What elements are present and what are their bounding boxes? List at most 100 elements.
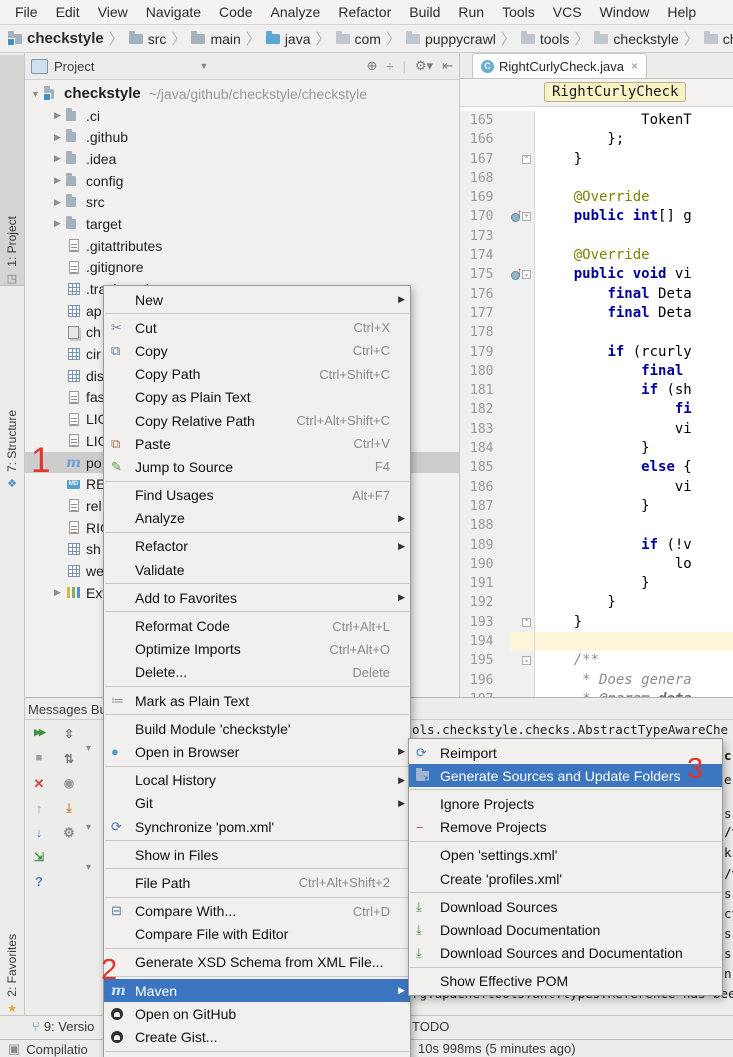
menu-item-validate[interactable]: Validate <box>104 558 410 581</box>
maven-item-remove-projects[interactable]: −Remove Projects <box>409 816 722 839</box>
override-marker-icon[interactable] <box>511 269 521 279</box>
breadcrumb-item-tools[interactable]: tools <box>521 31 570 47</box>
menu-item-copy[interactable]: ⧉CopyCtrl+C <box>104 339 410 362</box>
menubar-item-code[interactable]: Code <box>210 4 261 20</box>
maven-item-generate-sources-and-update-folders[interactable]: Generate Sources and Update Folders <box>409 764 722 787</box>
menu-item-analyze[interactable]: Analyze▶ <box>104 507 410 530</box>
tree-item-idea[interactable]: ▶.idea <box>25 148 459 170</box>
menubar-item-tools[interactable]: Tools <box>493 4 544 20</box>
editor-breadcrumb-chip[interactable]: RightCurlyCheck <box>544 82 686 102</box>
sidebar-tab-project[interactable]: 1: Project ◳ <box>0 55 24 286</box>
code-view[interactable]: 165 TokenT166 };167⌃ }168169 @Override17… <box>460 108 733 697</box>
menubar-item-view[interactable]: View <box>89 4 137 20</box>
menu-item-copy-path[interactable]: Copy PathCtrl+Shift+C <box>104 363 410 386</box>
menu-item-open-in-browser[interactable]: ●Open in Browser▶ <box>104 740 410 763</box>
menu-item-maven[interactable]: mMaven▶ <box>104 979 410 1002</box>
menu-item-copy-as-plain-text[interactable]: Copy as Plain Text <box>104 386 410 409</box>
breadcrumb-item-checkstyle[interactable]: checkstyle <box>594 31 678 47</box>
menu-item-delete[interactable]: Delete...Delete <box>104 661 410 684</box>
menu-item-jump-to-source[interactable]: ✎Jump to SourceF4 <box>104 455 410 478</box>
menu-item-compare-with[interactable]: ⊟Compare With...Ctrl+D <box>104 900 410 923</box>
fold-collapse-icon[interactable]: ⌃ <box>522 618 531 627</box>
breadcrumb-item-checks[interactable]: checks <box>704 31 733 47</box>
tree-item-checkstyle[interactable]: ▼checkstyle~/java/github/checkstyle/chec… <box>25 83 459 105</box>
close-button[interactable]: ✕ <box>30 776 48 794</box>
menu-item-mark-as-plain-text[interactable]: ≔Mark as Plain Text <box>104 689 410 712</box>
sidebar-tab-structure[interactable]: 7: Structure ❖ <box>0 295 24 490</box>
menu-item-generate-xsd-schema-from-xml-file[interactable]: Generate XSD Schema from XML File... <box>104 951 410 974</box>
menu-item-open-on-github[interactable]: Open on GitHub <box>104 1002 410 1025</box>
menubar-item-vcs[interactable]: VCS <box>544 4 591 20</box>
tree-node-collapse-icon[interactable]: ▾ <box>86 743 91 754</box>
menu-item-find-usages[interactable]: Find UsagesAlt+F7 <box>104 484 410 507</box>
menubar-item-file[interactable]: File <box>6 4 47 20</box>
stop-button[interactable]: ■ <box>30 752 48 770</box>
expand-all-button[interactable]: ⇳ <box>60 727 78 745</box>
maven-item-ignore-projects[interactable]: Ignore Projects <box>409 792 722 815</box>
maven-item-show-effective-pom[interactable]: Show Effective POM <box>409 970 722 993</box>
fold-expand-icon[interactable]: ⌄ <box>522 656 531 665</box>
menubar-item-run[interactable]: Run <box>449 4 493 20</box>
down-button[interactable]: ↓ <box>30 825 48 843</box>
menu-item-copy-relative-path[interactable]: Copy Relative PathCtrl+Alt+Shift+C <box>104 409 410 432</box>
settings-button[interactable]: ⚙ <box>60 825 78 843</box>
tree-item-ci[interactable]: ▶.ci <box>25 105 459 127</box>
tree-item-gitattributes[interactable]: .gitattributes <box>25 235 459 257</box>
menubar-item-navigate[interactable]: Navigate <box>137 4 210 20</box>
collapse-all-button[interactable]: ⇅ <box>60 752 78 770</box>
menubar-item-build[interactable]: Build <box>400 4 449 20</box>
sidebar-tab-favorites[interactable]: 2: Favorites ★ <box>0 855 24 1015</box>
compilation-status[interactable]: ▣ Compilatio <box>8 1041 88 1057</box>
locate-file-button[interactable]: ⊕ <box>366 58 377 74</box>
gear-icon[interactable]: ⚙▾ <box>415 58 433 74</box>
maven-item-reimport[interactable]: ⟳Reimport <box>409 741 722 764</box>
menu-item-optimize-imports[interactable]: Optimize ImportsCtrl+Alt+O <box>104 638 410 661</box>
menubar-item-edit[interactable]: Edit <box>47 4 89 20</box>
editor-tab-rightcurlycheck[interactable]: C RightCurlyCheck.java × <box>472 53 647 78</box>
tree-expand-icon[interactable]: ▶ <box>49 110 66 121</box>
tree-expand-icon[interactable]: ▶ <box>49 175 66 186</box>
breadcrumb-item-main[interactable]: main <box>191 31 240 47</box>
breadcrumb-item-com[interactable]: com <box>336 31 381 47</box>
menu-item-refactor[interactable]: Refactor▶ <box>104 535 410 558</box>
menu-item-create-gist[interactable]: Create Gist... <box>104 1025 410 1048</box>
tree-item-config[interactable]: ▶config <box>25 170 459 192</box>
fold-plus-icon[interactable]: + <box>522 212 531 221</box>
override-marker-icon[interactable] <box>511 211 521 221</box>
menu-item-local-history[interactable]: Local History▶ <box>104 769 410 792</box>
maven-item-open-settings-xml[interactable]: Open 'settings.xml' <box>409 844 722 867</box>
tree-item-github[interactable]: ▶.github <box>25 126 459 148</box>
menubar-item-help[interactable]: Help <box>658 4 705 20</box>
tree-item-src[interactable]: ▶src <box>25 191 459 213</box>
tree-expand-icon[interactable]: ▶ <box>49 132 66 143</box>
menu-item-add-to-favorites[interactable]: Add to Favorites▶ <box>104 586 410 609</box>
menu-item-add-as-ant-build-file[interactable]: Add as Ant Build File <box>104 1054 410 1057</box>
tree-expand-icon[interactable]: ▶ <box>49 218 66 229</box>
breadcrumb-item-checkstyle[interactable]: checkstyle <box>8 30 104 47</box>
menu-item-build-module-checkstyle[interactable]: Build Module 'checkstyle' <box>104 717 410 740</box>
close-tab-icon[interactable]: × <box>631 59 638 73</box>
tab-todo[interactable]: TODO <box>412 1019 449 1034</box>
menu-item-new[interactable]: New▶ <box>104 288 410 311</box>
rerun-button[interactable]: ▶▶ <box>30 727 48 745</box>
tree-item-gitignore[interactable]: .gitignore <box>25 257 459 279</box>
breadcrumb-item-puppycrawl[interactable]: puppycrawl <box>406 31 496 47</box>
tree-item-target[interactable]: ▶target <box>25 213 459 235</box>
menubar-item-analyze[interactable]: Analyze <box>262 4 330 20</box>
breadcrumb-item-java[interactable]: java <box>266 31 311 47</box>
maven-item-download-sources[interactable]: ⤓Download Sources <box>409 895 722 918</box>
collapse-all-button[interactable]: ÷ <box>386 59 393 74</box>
tree-node-collapse-icon[interactable]: ▾ <box>86 822 91 833</box>
export-button[interactable]: ⇲ <box>30 850 48 868</box>
tree-expand-icon[interactable]: ▶ <box>49 587 66 598</box>
import-button[interactable]: ⤓ <box>60 801 78 819</box>
menu-item-compare-file-with-editor[interactable]: Compare File with Editor <box>104 923 410 946</box>
menu-item-paste[interactable]: ⧉PasteCtrl+V <box>104 432 410 455</box>
tab-version-control[interactable]: ⑂ 9: Versio <box>32 1019 94 1034</box>
up-button[interactable]: ↑ <box>30 801 48 819</box>
breadcrumb-item-src[interactable]: src <box>129 31 167 47</box>
menu-item-synchronize-pom-xml[interactable]: ⟳Synchronize 'pom.xml' <box>104 815 410 838</box>
tree-expand-icon[interactable]: ▶ <box>49 153 66 164</box>
menu-item-cut[interactable]: ✂CutCtrl+X <box>104 316 410 339</box>
menu-item-reformat-code[interactable]: Reformat CodeCtrl+Alt+L <box>104 614 410 637</box>
